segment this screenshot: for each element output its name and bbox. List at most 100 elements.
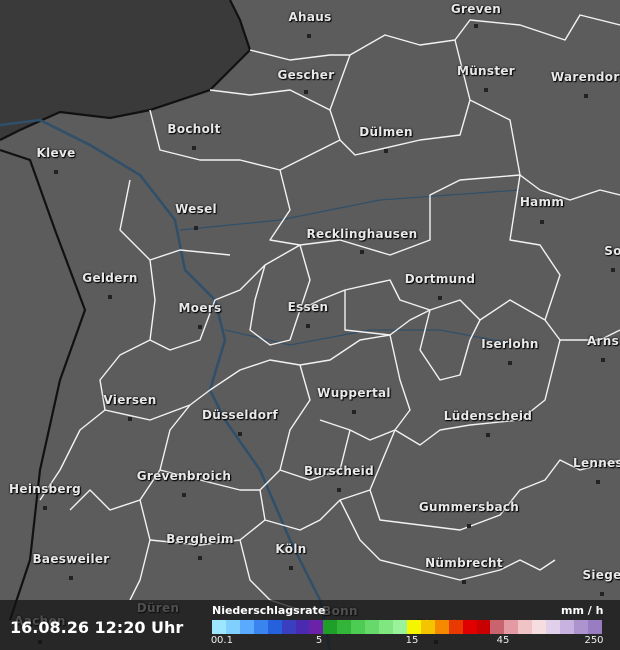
city-label: Lüdenscheid [443, 409, 533, 423]
legend-swatch [573, 620, 588, 634]
legend-swatch [379, 620, 393, 634]
city-label: Arns [586, 334, 620, 348]
city-marker [584, 94, 588, 98]
city-marker [337, 488, 341, 492]
legend-color-scale [212, 620, 602, 634]
city-marker [307, 34, 311, 38]
city-marker [360, 250, 364, 254]
city-marker [108, 295, 112, 299]
city-marker [238, 432, 242, 436]
city-marker [508, 361, 512, 365]
city-marker [467, 524, 471, 528]
city-marker [69, 576, 73, 580]
timestamp: 16.08.26 12:20 Uhr [10, 618, 184, 637]
city-marker [54, 170, 58, 174]
city-marker [192, 146, 196, 150]
city-label: Gummersbach [418, 500, 520, 514]
legend-tick: 5 [315, 635, 323, 646]
city-label: Düsseldorf [201, 408, 279, 422]
city-marker [194, 226, 198, 230]
city-label: Geldern [82, 271, 138, 285]
legend-swatch [351, 620, 366, 634]
city-label: Gescher [277, 68, 335, 82]
legend-swatch [392, 620, 407, 634]
legend-swatch [337, 620, 352, 634]
city-label: Moers [178, 301, 222, 315]
city-label: Siege [582, 568, 620, 582]
city-label: Köln [275, 542, 307, 556]
legend-swatch [406, 620, 421, 634]
city-marker [600, 592, 604, 596]
city-label: Kleve [36, 146, 76, 160]
city-marker [540, 220, 544, 224]
city-marker [198, 325, 202, 329]
city-marker [438, 296, 442, 300]
city-label: Heinsberg [9, 482, 81, 496]
city-marker [474, 24, 478, 28]
city-marker [289, 566, 293, 570]
legend-swatch [546, 620, 561, 634]
legend-swatch [281, 620, 296, 634]
city-label: Greven [450, 2, 502, 16]
radar-map[interactable]: Ahaus Greven Gescher Münster Warendorf Bochol… [0, 0, 620, 650]
city-marker [601, 358, 605, 362]
city-label: Iserlohn [481, 337, 539, 351]
city-marker [128, 417, 132, 421]
city-label: Baesweiler [32, 552, 110, 566]
legend-swatch [560, 620, 574, 634]
legend-swatch [462, 620, 477, 634]
legend-swatch [295, 620, 310, 634]
legend-swatch [239, 620, 254, 634]
legend-swatch [504, 620, 519, 634]
city-label: Lennes [573, 456, 620, 470]
legend-tick: 45 [496, 635, 510, 646]
city-label: Hamm [519, 195, 565, 209]
city-label: Wesel [175, 202, 217, 216]
legend-tick: 15 [405, 635, 419, 646]
city-marker [304, 90, 308, 94]
legend-swatch [490, 620, 505, 634]
city-label: Wuppertal [317, 386, 391, 400]
city-label: Viersen [103, 393, 157, 407]
city-marker [596, 480, 600, 484]
city-marker [486, 433, 490, 437]
legend-swatch [434, 620, 449, 634]
city-label: Münster [456, 64, 516, 78]
legend-swatch [476, 620, 491, 634]
legend-swatch [448, 620, 463, 634]
legend-swatch [587, 620, 602, 634]
legend-swatch [253, 620, 268, 634]
city-label: Ahaus [288, 10, 332, 24]
city-label: Warendorf [550, 70, 620, 84]
city-marker [306, 324, 310, 328]
city-label: Dülmen [359, 125, 413, 139]
legend-swatch [309, 620, 324, 634]
legend-swatch [518, 620, 533, 634]
legend-tick: 250 [584, 635, 604, 646]
legend-swatch [365, 620, 380, 634]
city-marker [352, 410, 356, 414]
legend-swatch [420, 620, 435, 634]
city-label: Bocholt [167, 122, 221, 136]
city-label: Recklinghausen [306, 227, 418, 241]
city-marker [384, 149, 388, 153]
city-marker [43, 506, 47, 510]
city-label: Nümbrecht [425, 556, 503, 570]
city-marker [198, 556, 202, 560]
city-marker [182, 493, 186, 497]
city-label: Dortmund [404, 272, 476, 286]
legend-swatch [212, 620, 226, 634]
legend-swatch [225, 620, 240, 634]
city-label: Grevenbroich [136, 469, 232, 483]
city-label: Essen [287, 300, 329, 314]
city-marker [484, 88, 488, 92]
legend-unit: mm / h [561, 604, 604, 617]
city-label: So [604, 244, 620, 258]
city-label: Burscheid [304, 464, 374, 478]
city-label: Bergheim [166, 532, 234, 546]
legend-swatch [532, 620, 547, 634]
city-marker [611, 268, 615, 272]
legend-title: Niederschlagsrate [212, 604, 326, 617]
legend-tick: 0.1 [217, 635, 233, 646]
legend-swatch [323, 620, 338, 634]
